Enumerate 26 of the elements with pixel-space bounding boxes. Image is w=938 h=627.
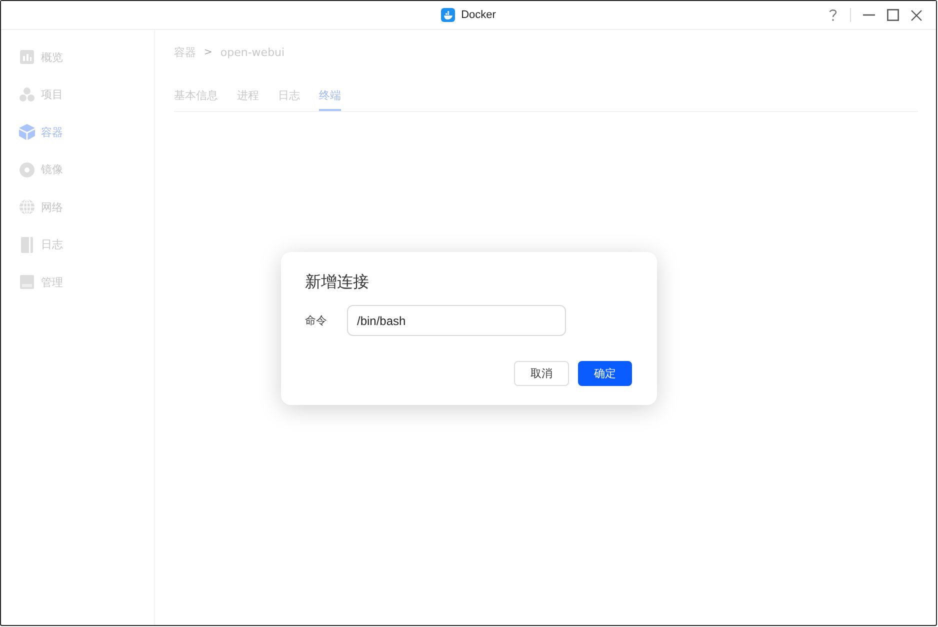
confirm-button[interactable]: 确定 <box>578 361 632 386</box>
field-label: 命令 <box>305 313 328 328</box>
sidebar-item[interactable]: 项目 <box>1 86 154 104</box>
sidebar-item[interactable]: 容器 <box>1 123 154 141</box>
command-field[interactable]: /bin/bash <box>347 305 566 336</box>
sidebar-item[interactable]: 日志 <box>1 236 154 254</box>
sidebar-item[interactable]: 管理 <box>1 273 154 291</box>
breadcrumb-separator: > <box>204 46 212 58</box>
tab[interactable]: 终端 <box>319 88 341 111</box>
circles-icon <box>18 86 36 104</box>
globe-icon <box>18 198 36 216</box>
bar-chart-icon <box>18 48 36 66</box>
cube-icon <box>18 123 36 141</box>
close-icon[interactable] <box>911 10 922 20</box>
window-icon <box>18 273 36 291</box>
sidebar-item[interactable]: 镜像 <box>1 160 154 178</box>
window-title: Docker <box>461 9 496 21</box>
maximize-icon[interactable] <box>887 9 899 21</box>
docker-logo-icon <box>441 8 456 22</box>
help-icon[interactable] <box>828 8 838 22</box>
sidebar-item[interactable]: 概览 <box>1 48 154 66</box>
cancel-button[interactable]: 取消 <box>514 361 569 386</box>
disc-icon <box>18 160 36 178</box>
sidebar-item[interactable]: 网络 <box>1 198 154 216</box>
book-icon <box>18 236 36 254</box>
dialog-title: 新增连接 <box>305 271 370 293</box>
